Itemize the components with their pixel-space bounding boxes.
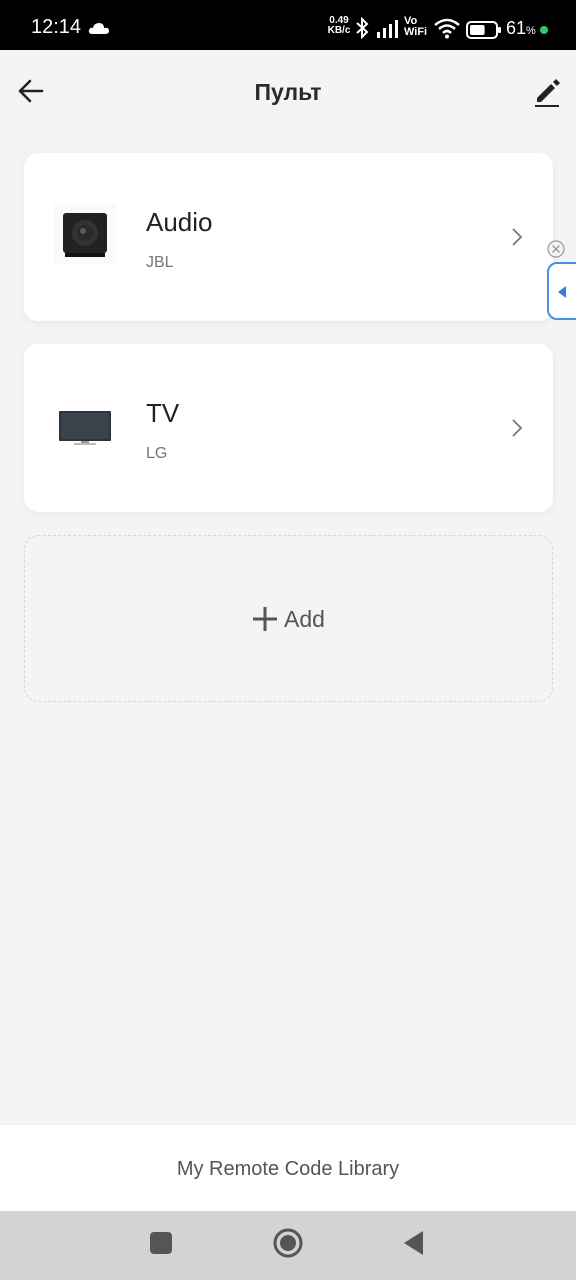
- vowifi-indicator: Vo WiFi: [404, 16, 432, 38]
- caret-left-icon: [558, 286, 566, 298]
- wifi-icon: [434, 18, 460, 39]
- device-brand: LG: [146, 445, 168, 462]
- battery-percent-unit: %: [526, 25, 536, 37]
- signal-icon: [377, 20, 398, 38]
- app-bar: Пульт: [0, 50, 576, 134]
- bluetooth-icon: [356, 17, 369, 39]
- device-name: TV: [146, 398, 180, 428]
- bottom-bar: My Remote Code Library: [0, 1124, 576, 1211]
- add-device-content: Add: [25, 606, 552, 633]
- speaker-icon: [54, 203, 116, 265]
- device-card-tv[interactable]: TV LG: [24, 344, 553, 512]
- pencil-icon[interactable]: [530, 74, 564, 108]
- battery-percent: 61%: [506, 18, 536, 39]
- page-title: Пульт: [254, 79, 322, 105]
- tv-icon: [59, 411, 111, 445]
- recent-apps-icon[interactable]: [150, 1232, 172, 1254]
- device-card-audio[interactable]: Audio JBL: [24, 153, 553, 321]
- chevron-right-icon: [512, 228, 523, 246]
- charging-dot: [540, 26, 548, 34]
- plus-icon: [253, 606, 278, 631]
- cloud-icon: [88, 23, 109, 34]
- add-device-button[interactable]: Add: [24, 535, 553, 702]
- system-nav-bar: [0, 1211, 576, 1280]
- remote-code-library-link[interactable]: My Remote Code Library: [0, 1158, 576, 1181]
- add-label: Add: [284, 606, 325, 632]
- device-name: Audio: [146, 207, 213, 237]
- back-triangle-icon[interactable]: [402, 1230, 424, 1256]
- network-speed: 0.49 KB/c: [326, 16, 352, 36]
- status-time: 12:14: [31, 16, 82, 38]
- vowifi-wifi: WiFi: [404, 26, 428, 38]
- device-brand: JBL: [146, 254, 174, 271]
- battery-percent-value: 61: [506, 18, 527, 38]
- battery-icon: [466, 21, 501, 39]
- network-speed-unit: KB/c: [327, 25, 351, 36]
- close-circle-icon[interactable]: [547, 240, 565, 258]
- floating-side-tab[interactable]: [547, 262, 576, 320]
- status-bar: 12:14 0.49 KB/c Vo WiFi 61%: [0, 0, 576, 50]
- chevron-right-icon: [512, 419, 523, 437]
- home-icon[interactable]: [272, 1227, 304, 1259]
